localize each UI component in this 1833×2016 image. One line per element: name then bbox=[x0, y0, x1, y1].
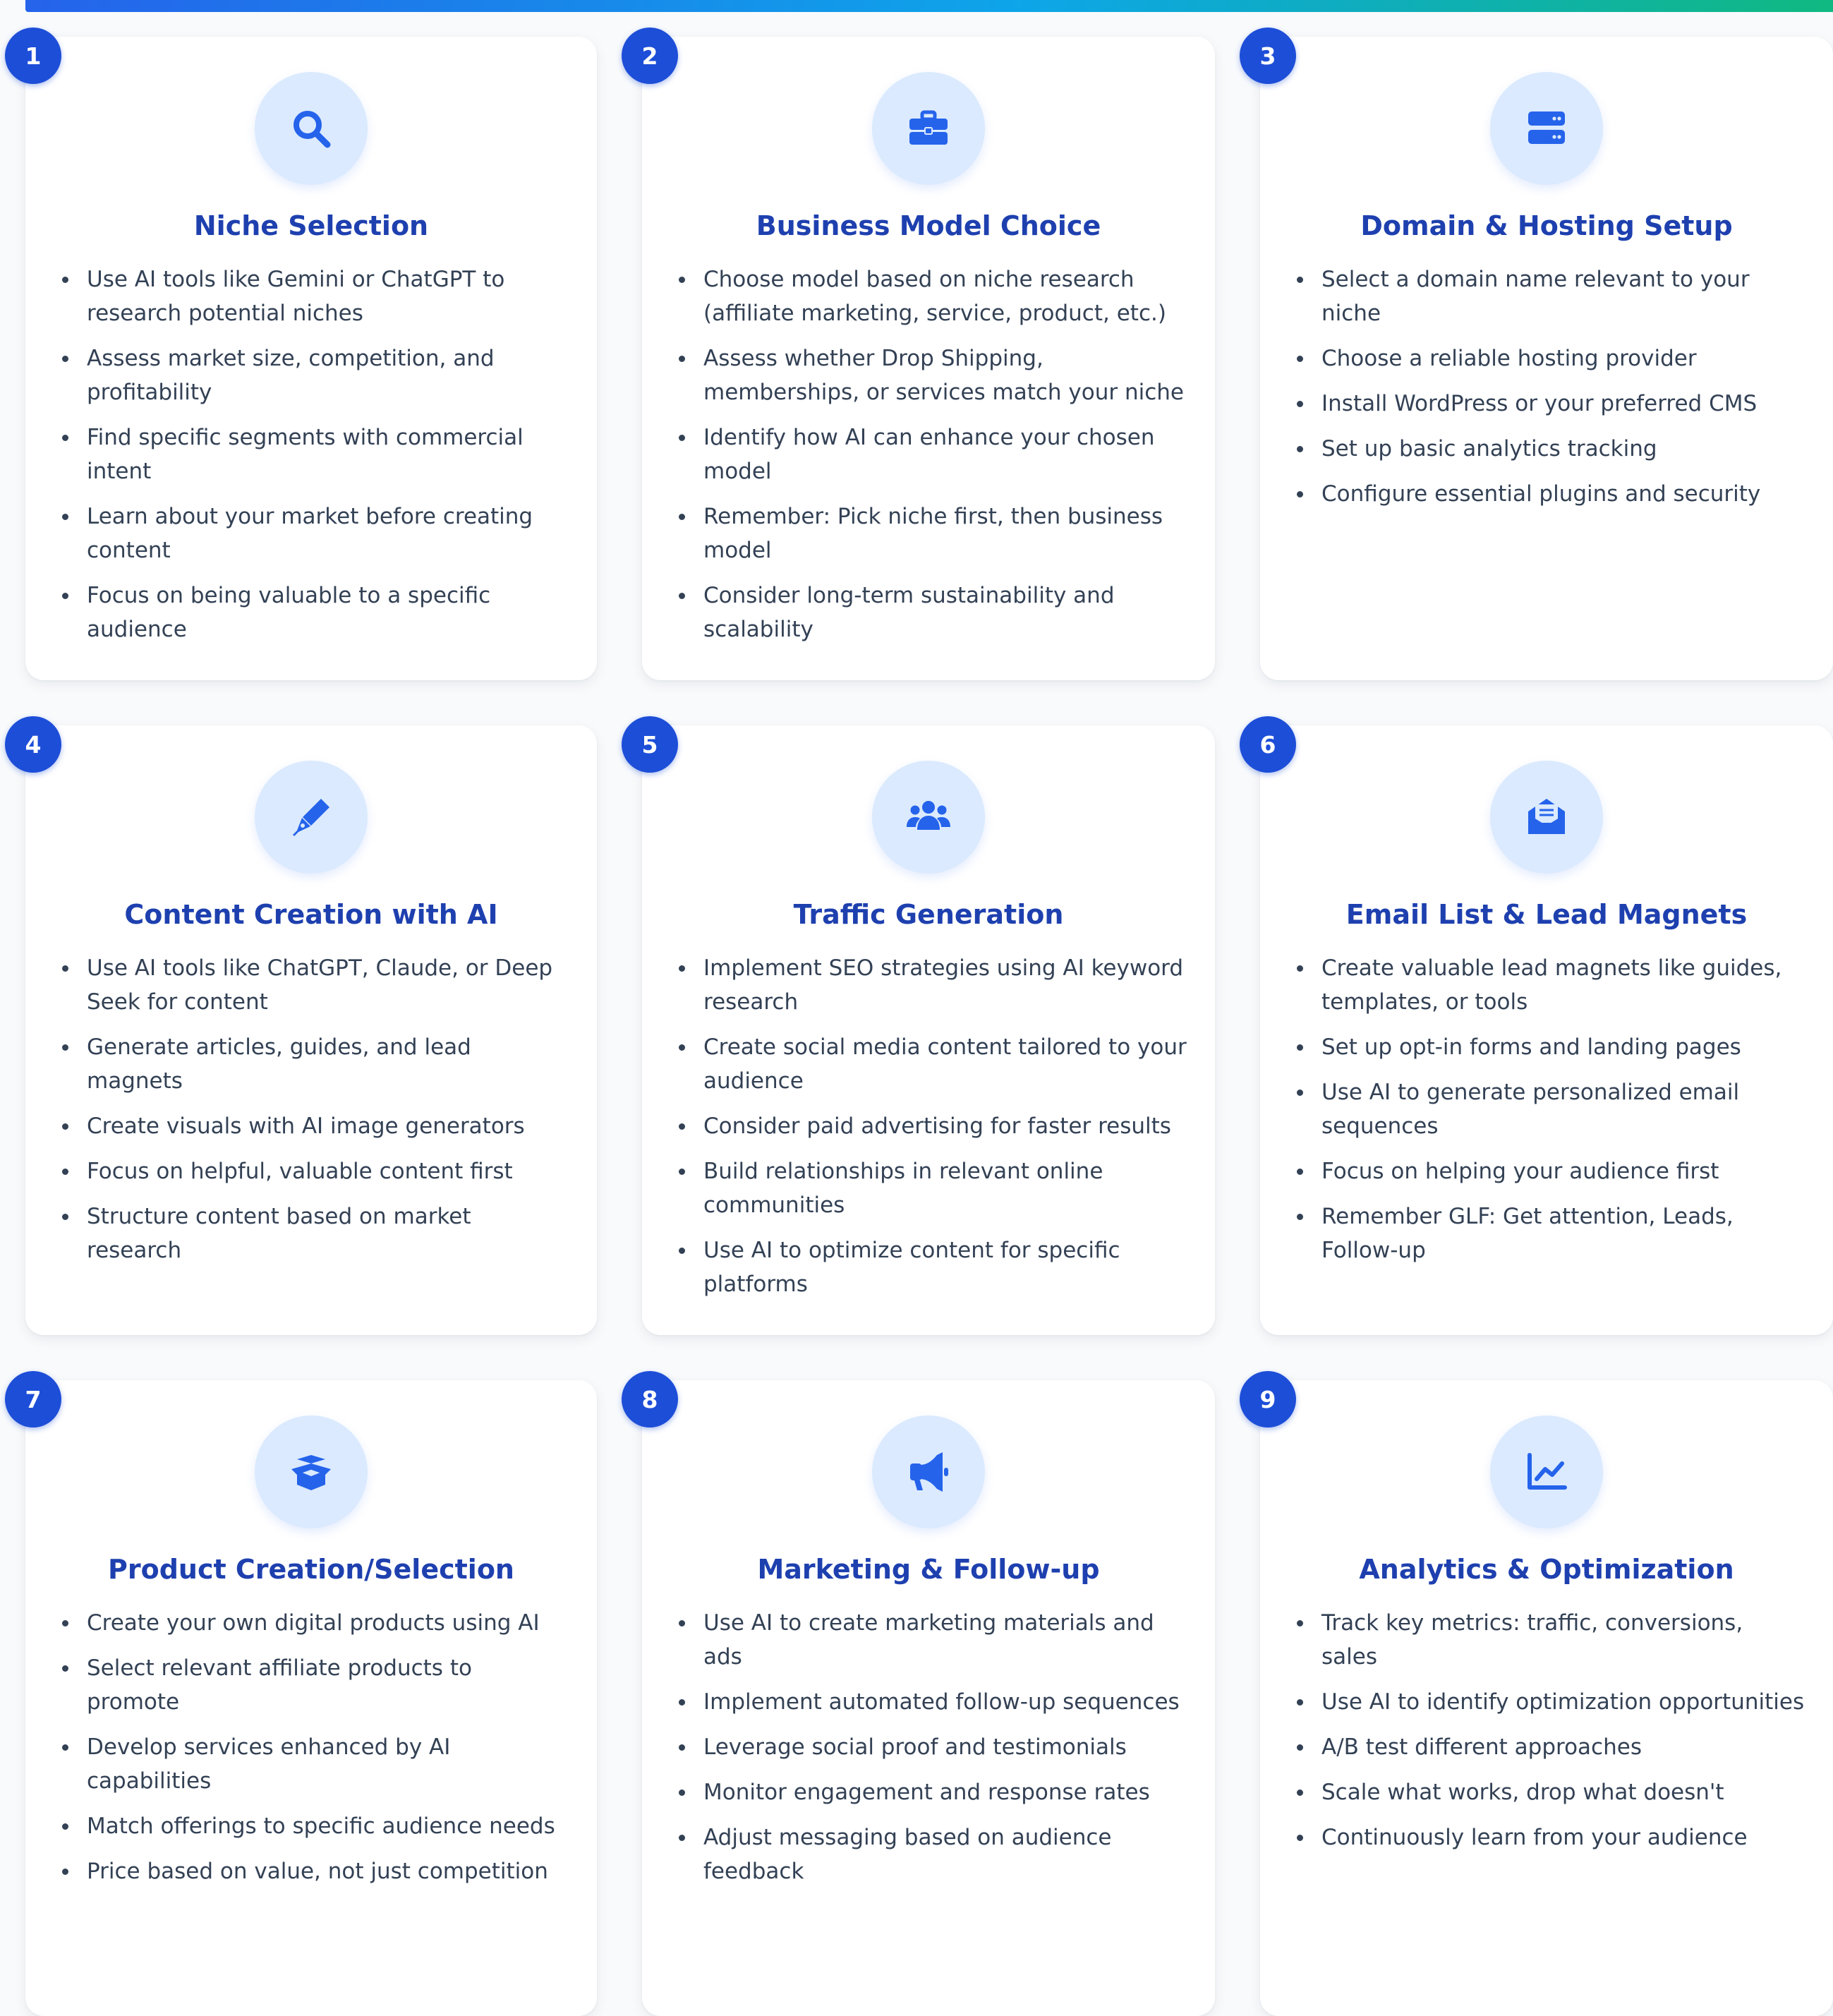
step-points-list: Track key metrics: traffic, conversions,… bbox=[1297, 1606, 1805, 1866]
step-point: Implement SEO strategies using AI keywor… bbox=[679, 951, 1187, 1019]
step-points-list: Select a domain name relevant to your ni… bbox=[1297, 262, 1805, 522]
step-point: A/B test different approaches bbox=[1297, 1730, 1805, 1764]
chart-line-icon bbox=[1490, 1416, 1603, 1528]
step-point: Scale what works, drop what doesn't bbox=[1297, 1775, 1805, 1809]
top-gradient-bar bbox=[25, 0, 1833, 12]
step-point: Develop services enhanced by AI capabili… bbox=[62, 1730, 569, 1798]
server-icon bbox=[1490, 72, 1603, 185]
step-point: Focus on helping your audience first bbox=[1297, 1154, 1805, 1188]
step-point: Focus on being valuable to a specific au… bbox=[62, 579, 569, 646]
step-points-list: Use AI tools like ChatGPT, Claude, or De… bbox=[62, 951, 569, 1279]
step-point: Choose a reliable hosting provider bbox=[1297, 342, 1805, 375]
step-point: Learn about your market before creating … bbox=[62, 500, 569, 567]
step-point: Use AI tools like Gemini or ChatGPT to r… bbox=[62, 262, 569, 330]
users-icon bbox=[872, 761, 985, 874]
step-point: Consider long-term sustainability and sc… bbox=[679, 579, 1187, 646]
step-point: Use AI to identify optimization opportun… bbox=[1297, 1685, 1805, 1719]
step-number-badge: 4 bbox=[5, 716, 61, 773]
step-number-badge: 7 bbox=[5, 1371, 61, 1428]
step-point: Create your own digital products using A… bbox=[62, 1606, 569, 1640]
step-number-badge: 8 bbox=[622, 1371, 678, 1428]
pen-nib-icon bbox=[255, 761, 368, 874]
step-card-content-creation-with-ai: 4 Content Creation with AI Use AI tools li… bbox=[5, 716, 597, 1335]
step-title: Product Creation/Selection bbox=[108, 1554, 514, 1585]
step-point: Use AI to generate personalized email se… bbox=[1297, 1075, 1805, 1143]
step-title: Analytics & Optimization bbox=[1359, 1554, 1734, 1585]
step-card-email-list-and-lead-magnets: 6 Email List & Lead Magnets Create valuabl… bbox=[1240, 716, 1833, 1335]
step-point: Adjust messaging based on audience feedb… bbox=[679, 1821, 1187, 1888]
step-point: Assess whether Drop Shipping, membership… bbox=[679, 342, 1187, 409]
step-title: Marketing & Follow-up bbox=[757, 1554, 1100, 1585]
step-point: Price based on value, not just competiti… bbox=[62, 1854, 569, 1888]
step-point: Match offerings to specific audience nee… bbox=[62, 1809, 569, 1843]
search-icon bbox=[255, 72, 368, 185]
step-card-product-creation-selection: 7 Product Creation/Selection Create your o… bbox=[5, 1371, 597, 2016]
step-point: Select relevant affiliate products to pr… bbox=[62, 1651, 569, 1719]
step-number-badge: 6 bbox=[1240, 716, 1296, 773]
megaphone-icon bbox=[872, 1416, 985, 1528]
step-point: Create visuals with AI image generators bbox=[62, 1109, 569, 1143]
step-point: Build relationships in relevant online c… bbox=[679, 1154, 1187, 1222]
step-point: Use AI to create marketing materials and… bbox=[679, 1606, 1187, 1674]
step-points-list: Choose model based on niche research (af… bbox=[679, 262, 1187, 658]
step-title: Niche Selection bbox=[193, 210, 429, 241]
step-point: Remember: Pick niche first, then busines… bbox=[679, 500, 1187, 567]
step-point: Select a domain name relevant to your ni… bbox=[1297, 262, 1805, 330]
step-card-domain-and-hosting-setup: 3 Domain & Hosting Setup Select a domain n… bbox=[1240, 28, 1833, 680]
box-open-icon bbox=[255, 1416, 368, 1528]
step-point: Continuously learn from your audience bbox=[1297, 1821, 1805, 1854]
step-number-badge: 5 bbox=[622, 716, 678, 773]
step-title: Business Model Choice bbox=[756, 210, 1101, 241]
step-title: Traffic Generation bbox=[793, 899, 1064, 930]
step-point: Install WordPress or your preferred CMS bbox=[1297, 387, 1805, 421]
step-point: Structure content based on market resear… bbox=[62, 1200, 569, 1267]
steps-grid: 1 Niche Selection Use AI tools like Gemini… bbox=[5, 28, 1833, 2016]
step-point: Set up basic analytics tracking bbox=[1297, 432, 1805, 466]
step-number-badge: 3 bbox=[1240, 28, 1296, 84]
step-point: Use AI to optimize content for specific … bbox=[679, 1233, 1187, 1301]
step-number-badge: 1 bbox=[5, 28, 61, 84]
step-number-badge: 9 bbox=[1240, 1371, 1296, 1428]
step-title: Content Creation with AI bbox=[124, 899, 498, 930]
step-point: Configure essential plugins and security bbox=[1297, 477, 1805, 511]
step-title: Domain & Hosting Setup bbox=[1360, 210, 1733, 241]
step-points-list: Create your own digital products using A… bbox=[62, 1606, 569, 1900]
step-card-traffic-generation: 5 Traffic Generation Implement SEO strateg… bbox=[622, 716, 1215, 1335]
step-point: Track key metrics: traffic, conversions,… bbox=[1297, 1606, 1805, 1674]
step-point: Set up opt-in forms and landing pages bbox=[1297, 1030, 1805, 1064]
step-card-analytics-and-optimization: 9 Analytics & Optimization Track key metri… bbox=[1240, 1371, 1833, 2016]
step-point: Find specific segments with commercial i… bbox=[62, 421, 569, 488]
step-point: Remember GLF: Get attention, Leads, Foll… bbox=[1297, 1200, 1805, 1267]
envelope-open-icon bbox=[1490, 761, 1603, 874]
step-points-list: Use AI tools like Gemini or ChatGPT to r… bbox=[62, 262, 569, 658]
step-points-list: Use AI to create marketing materials and… bbox=[679, 1606, 1187, 1900]
step-point: Monitor engagement and response rates bbox=[679, 1775, 1187, 1809]
step-point: Use AI tools like ChatGPT, Claude, or De… bbox=[62, 951, 569, 1019]
step-card-niche-selection: 1 Niche Selection Use AI tools like Gemini… bbox=[5, 28, 597, 680]
step-point: Leverage social proof and testimonials bbox=[679, 1730, 1187, 1764]
step-point: Assess market size, competition, and pro… bbox=[62, 342, 569, 409]
step-card-marketing-and-follow-up: 8 Marketing & Follow-up Use AI to create m… bbox=[622, 1371, 1215, 2016]
step-title: Email List & Lead Magnets bbox=[1345, 899, 1748, 930]
step-card-business-model-choice: 2 Business Model Choice Choose model based… bbox=[622, 28, 1215, 680]
step-point: Create valuable lead magnets like guides… bbox=[1297, 951, 1805, 1019]
step-point: Identify how AI can enhance your chosen … bbox=[679, 421, 1187, 488]
step-point: Implement automated follow-up sequences bbox=[679, 1685, 1187, 1719]
briefcase-icon bbox=[872, 72, 985, 185]
step-point: Focus on helpful, valuable content first bbox=[62, 1154, 569, 1188]
step-number-badge: 2 bbox=[622, 28, 678, 84]
step-point: Choose model based on niche research (af… bbox=[679, 262, 1187, 330]
step-points-list: Implement SEO strategies using AI keywor… bbox=[679, 951, 1187, 1312]
step-points-list: Create valuable lead magnets like guides… bbox=[1297, 951, 1805, 1279]
step-point: Consider paid advertising for faster res… bbox=[679, 1109, 1187, 1143]
step-point: Generate articles, guides, and lead magn… bbox=[62, 1030, 569, 1098]
step-point: Create social media content tailored to … bbox=[679, 1030, 1187, 1098]
